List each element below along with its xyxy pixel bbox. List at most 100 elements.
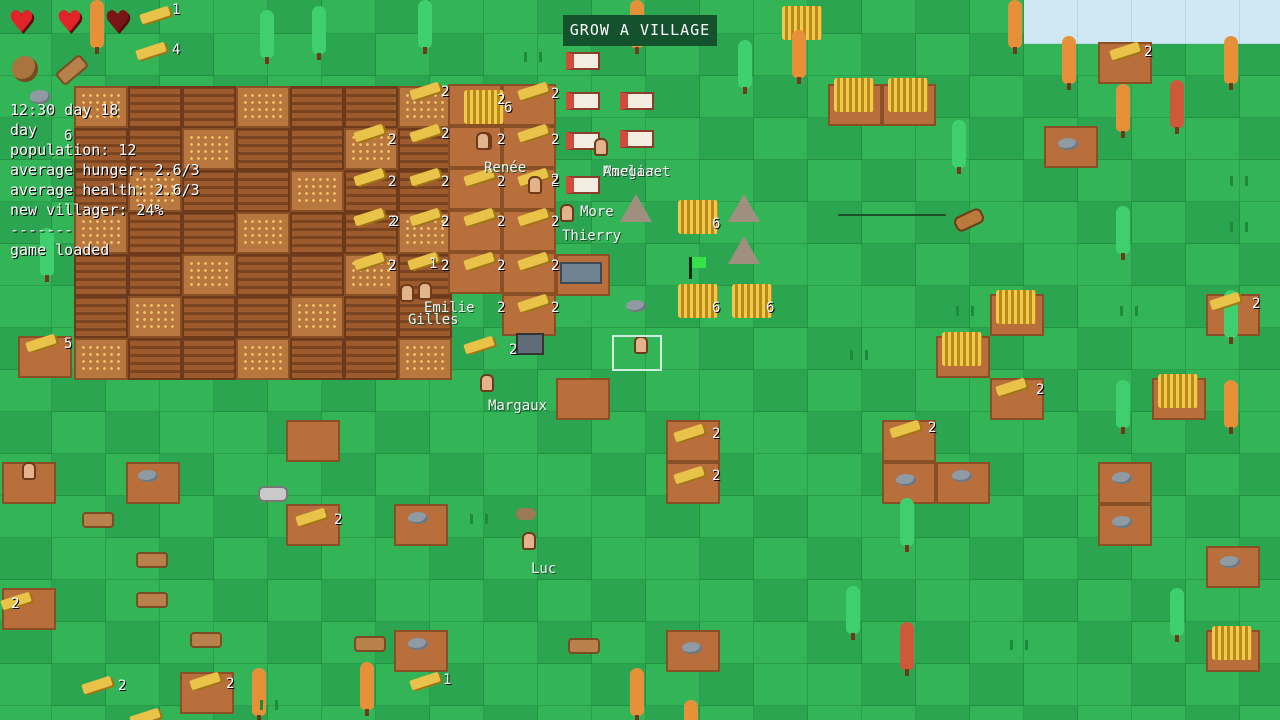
tree[interactable] bbox=[846, 586, 860, 640]
wood-log[interactable] bbox=[136, 552, 168, 568]
grass-tile[interactable] bbox=[1132, 202, 1186, 244]
villager-name-label[interactable]: Renée bbox=[484, 160, 526, 176]
grass-tile[interactable] bbox=[484, 0, 538, 34]
stone[interactable] bbox=[138, 470, 158, 482]
grass-tile[interactable] bbox=[430, 580, 484, 622]
bed[interactable] bbox=[566, 52, 600, 70]
wheat-crop[interactable] bbox=[888, 78, 928, 112]
stone[interactable] bbox=[626, 300, 646, 312]
grass-tile[interactable] bbox=[862, 244, 916, 286]
grass-tile[interactable] bbox=[484, 580, 538, 622]
grass-tile[interactable] bbox=[808, 244, 862, 286]
grass-tile[interactable] bbox=[916, 622, 970, 664]
farm-plot[interactable] bbox=[344, 338, 398, 380]
wheat-crop[interactable] bbox=[942, 332, 982, 366]
villager-name-label[interactable]: Amelia bbox=[603, 164, 654, 180]
grass-tile[interactable] bbox=[700, 580, 754, 622]
farm-plot[interactable] bbox=[182, 338, 236, 380]
grass-tile[interactable] bbox=[52, 622, 106, 664]
wheat-crop[interactable] bbox=[996, 290, 1036, 324]
grass-tile[interactable] bbox=[1186, 454, 1240, 496]
stone[interactable] bbox=[952, 470, 972, 482]
grass-tile[interactable] bbox=[808, 202, 862, 244]
tree[interactable] bbox=[418, 0, 432, 54]
dirt-tile[interactable] bbox=[126, 462, 180, 504]
farm-plot[interactable] bbox=[128, 338, 182, 380]
grass-tile[interactable] bbox=[592, 496, 646, 538]
grass-tile[interactable] bbox=[862, 34, 916, 76]
grass-tile[interactable] bbox=[592, 622, 646, 664]
grass-tile[interactable] bbox=[754, 160, 808, 202]
grass-tile[interactable] bbox=[862, 160, 916, 202]
tree[interactable] bbox=[1170, 80, 1184, 134]
wood-log[interactable] bbox=[354, 636, 386, 652]
tree[interactable] bbox=[1224, 36, 1238, 90]
grass-tile[interactable] bbox=[376, 454, 430, 496]
tree[interactable] bbox=[792, 30, 806, 84]
bed[interactable] bbox=[620, 92, 654, 110]
grass-tile[interactable] bbox=[1024, 454, 1078, 496]
tree[interactable] bbox=[1116, 380, 1130, 434]
grass-tile[interactable] bbox=[1132, 160, 1186, 202]
tree[interactable] bbox=[900, 622, 914, 676]
grass-tile[interactable] bbox=[484, 706, 538, 720]
grass-tile[interactable] bbox=[1186, 706, 1240, 720]
grass-tile[interactable] bbox=[430, 706, 484, 720]
grass-tile[interactable] bbox=[268, 580, 322, 622]
villager-name-label[interactable]: Thierry bbox=[562, 228, 621, 244]
farm-plot[interactable] bbox=[236, 212, 290, 254]
grass-tile[interactable] bbox=[1240, 118, 1280, 160]
grass-tile[interactable] bbox=[1078, 622, 1132, 664]
grass-tile[interactable] bbox=[1240, 496, 1280, 538]
grass-tile[interactable] bbox=[430, 0, 484, 34]
villager[interactable] bbox=[528, 176, 542, 194]
grass-tile[interactable] bbox=[52, 454, 106, 496]
grass-tile[interactable] bbox=[1132, 706, 1186, 720]
farm-plot[interactable] bbox=[290, 128, 344, 170]
storage-hut[interactable] bbox=[728, 194, 760, 222]
grass-tile[interactable] bbox=[862, 328, 916, 370]
grass-tile[interactable] bbox=[538, 706, 592, 720]
tree[interactable] bbox=[684, 700, 698, 720]
tree[interactable] bbox=[1224, 380, 1238, 434]
grass-tile[interactable] bbox=[214, 496, 268, 538]
grass-tile[interactable] bbox=[160, 34, 214, 76]
rabbit[interactable] bbox=[516, 508, 536, 520]
grass-tile[interactable] bbox=[862, 370, 916, 412]
farm-plot[interactable] bbox=[344, 86, 398, 128]
stone[interactable] bbox=[1058, 138, 1078, 150]
grass-tile[interactable] bbox=[484, 412, 538, 454]
dirt-tile[interactable] bbox=[394, 504, 448, 546]
grass-tile[interactable] bbox=[1240, 244, 1280, 286]
farm-plot[interactable] bbox=[74, 254, 128, 296]
farm-plot[interactable] bbox=[290, 338, 344, 380]
villager[interactable] bbox=[22, 462, 36, 480]
tree[interactable] bbox=[630, 668, 644, 720]
grass-tile[interactable] bbox=[700, 706, 754, 720]
grass-tile[interactable] bbox=[1132, 286, 1186, 328]
grass-tile[interactable] bbox=[0, 412, 52, 454]
grass-tile[interactable] bbox=[1132, 664, 1186, 706]
grass-tile[interactable] bbox=[808, 454, 862, 496]
grass-tile[interactable] bbox=[754, 706, 808, 720]
grass-tile[interactable] bbox=[160, 580, 214, 622]
grass-tile[interactable] bbox=[1240, 706, 1280, 720]
grass-tile[interactable] bbox=[484, 454, 538, 496]
farm-plot[interactable] bbox=[290, 212, 344, 254]
farm-plot[interactable] bbox=[236, 296, 290, 338]
grass-tile[interactable] bbox=[1186, 496, 1240, 538]
grass-tile[interactable] bbox=[862, 580, 916, 622]
grass-tile[interactable] bbox=[862, 202, 916, 244]
farm-plot[interactable] bbox=[236, 254, 290, 296]
grass-tile[interactable] bbox=[754, 244, 808, 286]
grass-tile[interactable] bbox=[700, 118, 754, 160]
grass-tile[interactable] bbox=[754, 664, 808, 706]
grass-tile[interactable] bbox=[322, 580, 376, 622]
villager[interactable] bbox=[522, 532, 536, 550]
grass-tile[interactable] bbox=[1078, 328, 1132, 370]
tree[interactable] bbox=[738, 40, 752, 94]
tree[interactable] bbox=[952, 120, 966, 174]
grass-tile[interactable] bbox=[214, 538, 268, 580]
farm-plot[interactable] bbox=[74, 296, 128, 338]
tree[interactable] bbox=[360, 662, 374, 716]
